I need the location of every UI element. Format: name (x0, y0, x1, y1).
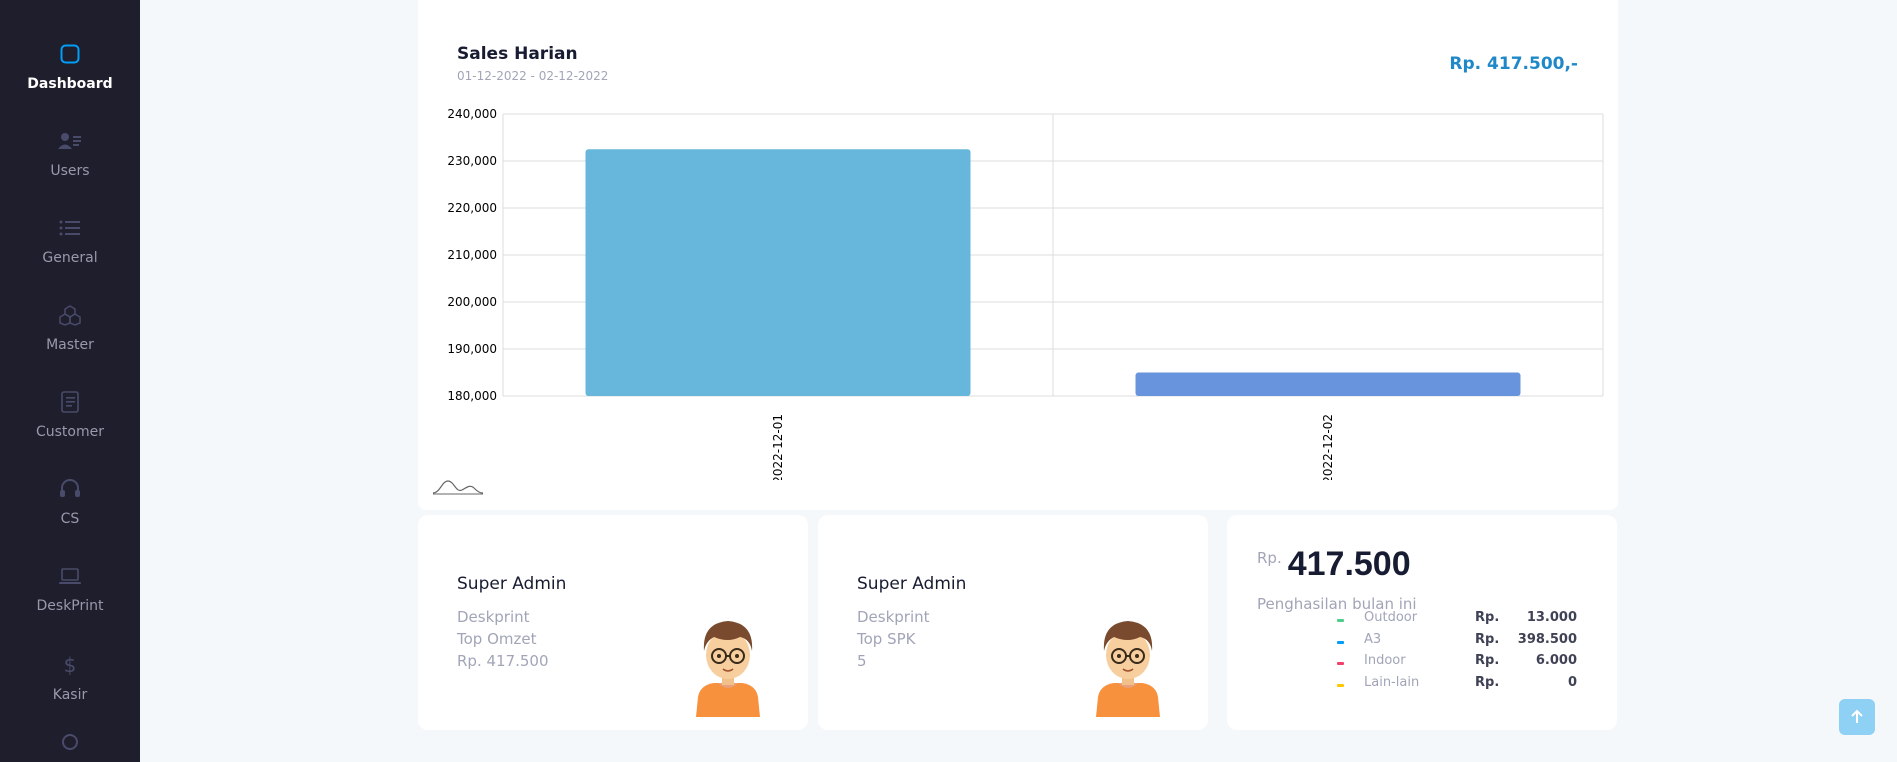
indoor-dot (1337, 662, 1344, 665)
svg-text:$: $ (64, 654, 77, 676)
laptop-icon (58, 564, 82, 588)
avatar (696, 621, 760, 717)
income-row-lain-lain: Lain-lain Rp. 0 (1337, 675, 1577, 695)
scroll-top-button[interactable] (1839, 699, 1875, 735)
income-card: Rp. 417.500 Penghasilan bulan ini Outdoo… (1227, 515, 1617, 730)
chart-total: Rp. 417.500,- (1449, 54, 1578, 74)
sidebar-item-deskprint[interactable]: DeskPrint (0, 556, 140, 636)
income-currency: Rp. (1257, 549, 1282, 567)
y-tick-label: 180,000 (447, 389, 497, 403)
top-omzet-card: Super Admin Deskprint Top Omzet Rp. 417.… (418, 515, 808, 730)
x-tick-label: 2022-12-02 (1321, 414, 1335, 480)
card-company: Deskprint (857, 608, 930, 626)
sidebar-item-cs[interactable]: CS (0, 469, 140, 549)
sidebar-item-label: General (42, 250, 98, 266)
income-row-a3: A3 Rp. 398.500 (1337, 632, 1577, 652)
income-row-currency: Rp. (1475, 632, 1500, 647)
income-row-value: 6.000 (1535, 653, 1577, 668)
sidebar: Dashboard Users General Master Customer … (0, 0, 140, 762)
avatar (1096, 621, 1160, 717)
headset-icon (58, 477, 82, 501)
clock-icon (62, 734, 78, 750)
card-company: Deskprint (457, 608, 530, 626)
income-row-label: Outdoor (1364, 610, 1418, 625)
y-tick-label: 240,000 (447, 107, 497, 121)
bar (585, 149, 971, 396)
income-row-value: 13.000 (1526, 610, 1577, 625)
income-amount: 417.500 (1287, 545, 1411, 583)
card-category: Top SPK (857, 630, 916, 648)
square-icon (58, 42, 82, 66)
card-title: Super Admin (857, 574, 967, 594)
sidebar-item-label: Customer (35, 424, 104, 440)
sidebar-item-master[interactable]: Master (0, 295, 140, 375)
income-row-label: Indoor (1364, 653, 1406, 668)
sidebar-item-label: DeskPrint (36, 598, 104, 614)
y-tick-label: 190,000 (447, 342, 497, 356)
sidebar-item-label: Kasir (52, 687, 88, 703)
sidebar-item-label: Users (50, 163, 90, 179)
sidebar-item-label: CS (60, 511, 80, 527)
sidebar-item-label: Dashboard (27, 76, 113, 92)
income-row-currency: Rp. (1475, 675, 1500, 690)
outdoor-dot (1337, 619, 1344, 622)
notebook-icon (58, 390, 82, 414)
y-tick-label: 230,000 (447, 154, 497, 168)
users-icon (58, 129, 82, 153)
card-value: 5 (857, 652, 867, 670)
sidebar-item-general[interactable]: General (0, 208, 140, 288)
x-tick-label: 2022-12-01 (771, 414, 785, 480)
chart-logo-icon (432, 480, 484, 495)
income-row-indoor: Indoor Rp. 6.000 (1337, 653, 1577, 673)
top-spk-card: Super Admin Deskprint Top SPK 5 (818, 515, 1208, 730)
income-row-value: 0 (1567, 675, 1577, 690)
sales-bar-chart: 180,000 190,000 200,000 210,000 220,000 230,0… (447, 107, 1604, 480)
sidebar-item-label: Master (46, 337, 94, 353)
sales-chart-card: Sales Harian 01-12-2022 - 02-12-2022 Rp.… (418, 0, 1618, 510)
sidebar-item-dashboard[interactable]: Dashboard (0, 34, 140, 114)
y-tick-label: 220,000 (447, 201, 497, 215)
card-title: Super Admin (457, 574, 567, 594)
arrow-up-icon (1851, 709, 1863, 723)
dollar-icon: $ (58, 653, 82, 677)
a3-dot (1337, 641, 1344, 644)
cubes-icon (58, 303, 82, 327)
income-row-currency: Rp. (1475, 653, 1500, 668)
sidebar-item-customer[interactable]: Customer (0, 382, 140, 462)
card-category: Top Omzet (457, 630, 537, 648)
chart-title: Sales Harian (457, 44, 578, 64)
chart-date-range: 01-12-2022 - 02-12-2022 (457, 69, 609, 83)
lain-lain-dot (1337, 684, 1344, 687)
y-tick-label: 200,000 (447, 295, 497, 309)
bar (1135, 372, 1521, 396)
list-icon (58, 216, 82, 240)
main-content: Sales Harian 01-12-2022 - 02-12-2022 Rp.… (140, 0, 1897, 762)
income-row-value: 398.500 (1517, 632, 1577, 647)
card-value: Rp. 417.500 (457, 652, 549, 670)
income-row-outdoor: Outdoor Rp. 13.000 (1337, 610, 1577, 630)
income-row-currency: Rp. (1475, 610, 1500, 625)
y-tick-label: 210,000 (447, 248, 497, 262)
sidebar-item-users[interactable]: Users (0, 121, 140, 201)
income-row-label: Lain-lain (1364, 675, 1420, 690)
income-row-label: A3 (1364, 632, 1382, 647)
sidebar-item-kasir[interactable]: $ Kasir (0, 645, 140, 725)
